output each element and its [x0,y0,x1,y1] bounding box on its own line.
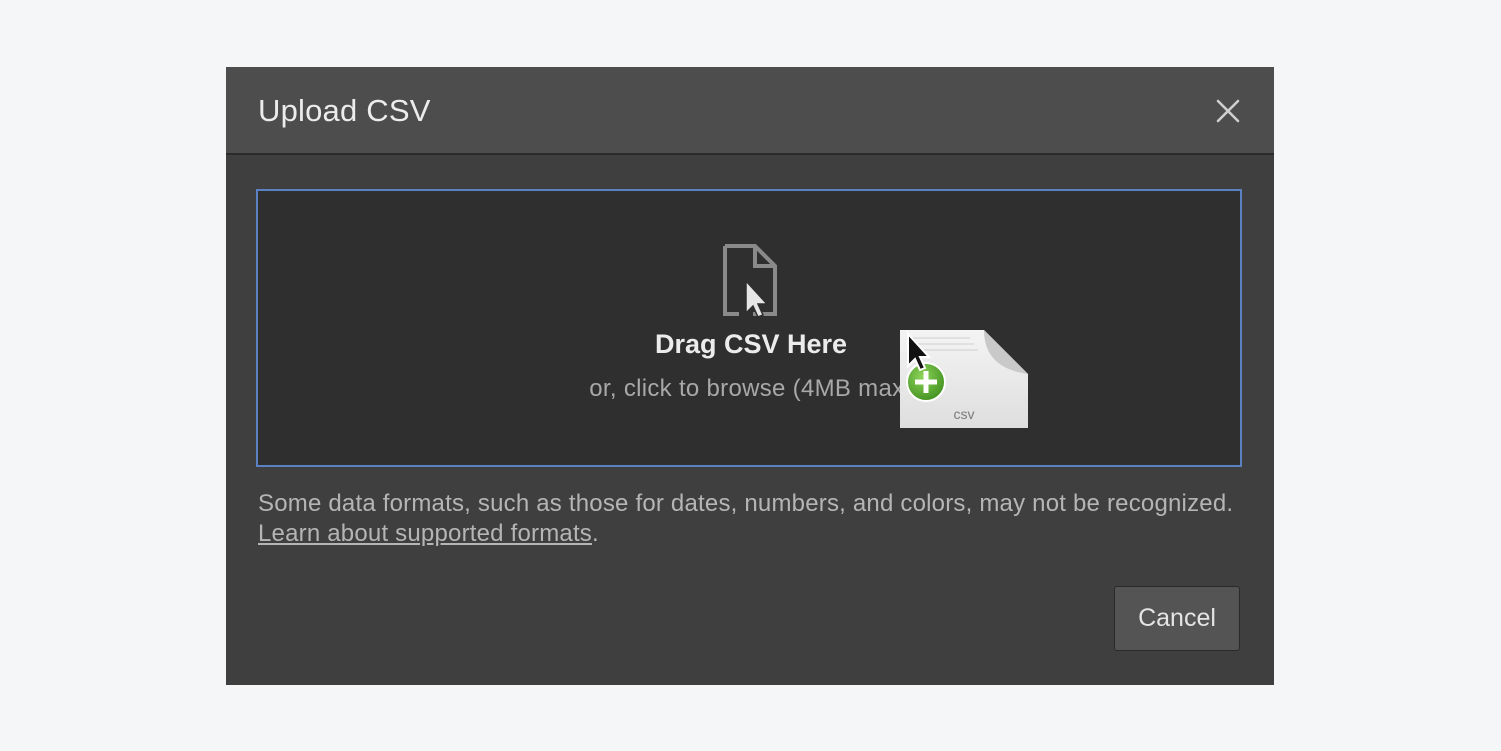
file-label: csv [954,406,975,422]
upload-csv-modal: Upload CSV Drag CSV Here or, click to br… [226,67,1274,685]
file-cursor-icon [721,243,779,319]
format-note: Some data formats, such as those for dat… [258,489,1238,549]
dragged-csv-file: csv [900,328,1034,432]
plus-badge-icon [906,362,946,402]
drop-title: Drag CSV Here [654,329,848,359]
drop-subtitle: or, click to browse (4MB max) [589,375,913,402]
format-note-text: Some data formats, such as those for dat… [258,490,1234,517]
format-note-suffix: . [592,520,599,547]
learn-formats-link[interactable]: Learn about supported formats [258,520,592,547]
csv-dropzone[interactable]: Drag CSV Here or, click to browse (4MB m… [256,189,1242,467]
modal-header: Upload CSV [226,67,1274,155]
modal-title: Upload CSV [258,93,431,128]
cancel-button[interactable]: Cancel [1114,586,1240,651]
close-icon[interactable] [1212,95,1244,127]
